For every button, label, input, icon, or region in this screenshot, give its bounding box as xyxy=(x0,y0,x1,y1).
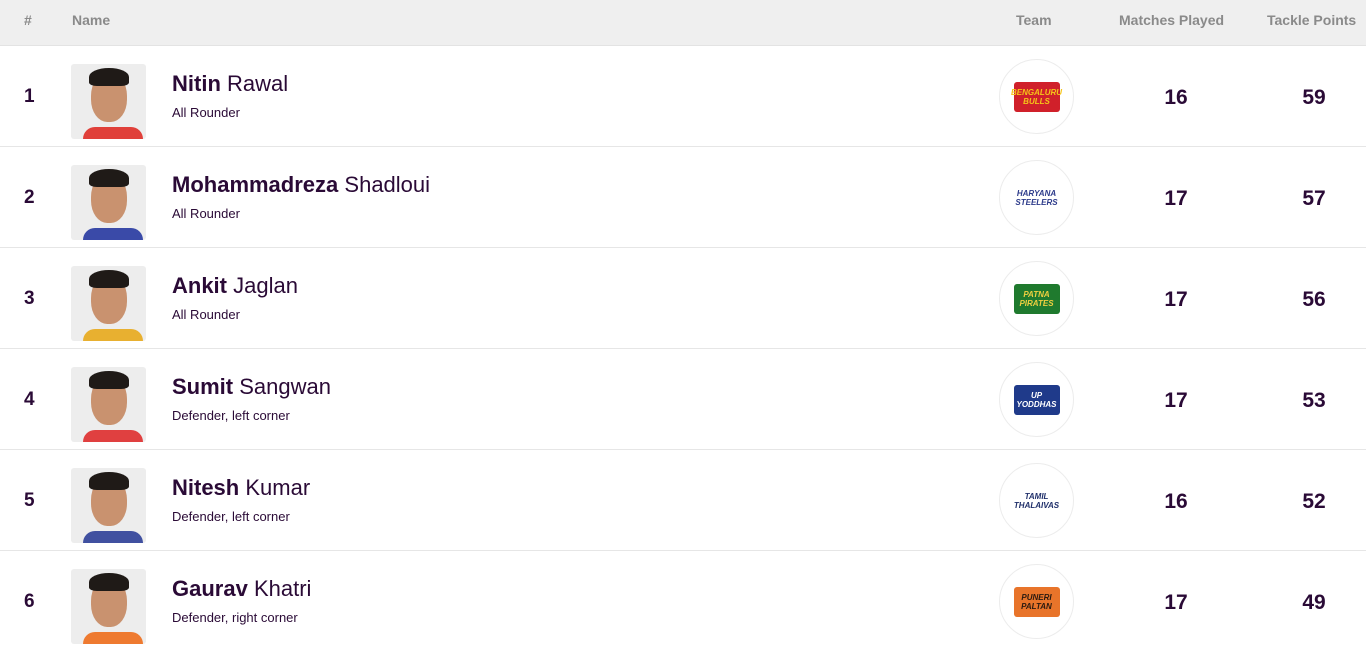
player-first-name: Ankit xyxy=(172,273,227,298)
column-header-team[interactable]: Team xyxy=(1016,12,1052,28)
player-photo[interactable] xyxy=(71,64,146,139)
tackle-points-value: 56 xyxy=(1302,288,1326,311)
table-row[interactable]: 1 Nitin Rawal All Rounder BENGALURU BULL… xyxy=(0,46,1366,147)
tackle-points-value: 52 xyxy=(1302,490,1326,513)
team-badge: PUNERI PALTAN xyxy=(1013,586,1060,617)
player-first-name: Nitesh xyxy=(172,475,240,500)
player-name[interactable]: Gaurav Khatri xyxy=(172,576,311,602)
team-badge: UP YODDHAS xyxy=(1013,384,1060,415)
player-first-name: Gaurav xyxy=(172,576,248,601)
player-role: Defender, right corner xyxy=(172,610,298,625)
team-logo-icon[interactable]: HARYANA STEELERS xyxy=(999,160,1074,235)
column-header-rank[interactable]: # xyxy=(24,12,32,28)
player-name[interactable]: Nitin Rawal xyxy=(172,71,288,97)
team-badge: PATNA PIRATES xyxy=(1013,283,1060,314)
team-logo-icon[interactable]: TAMIL THALAIVAS xyxy=(999,463,1074,538)
matches-played-value: 17 xyxy=(1164,288,1188,311)
team-logo-icon[interactable]: PUNERI PALTAN xyxy=(999,564,1074,639)
player-photo[interactable] xyxy=(71,569,146,644)
matches-played-value: 16 xyxy=(1164,86,1188,109)
team-logo-icon[interactable]: UP YODDHAS xyxy=(999,362,1074,437)
player-first-name: Mohammadreza xyxy=(172,172,339,197)
table-row[interactable]: 4 Sumit Sangwan Defender, left corner UP… xyxy=(0,349,1366,450)
tackle-points-value: 53 xyxy=(1302,389,1326,412)
player-role: All Rounder xyxy=(172,105,240,120)
player-hair xyxy=(89,270,129,288)
tackle-points-value: 57 xyxy=(1302,187,1326,210)
player-last-name: Rawal xyxy=(227,71,289,96)
matches-played-value: 16 xyxy=(1164,490,1188,513)
player-rank: 1 xyxy=(24,86,35,107)
player-name[interactable]: Nitesh Kumar xyxy=(172,475,310,501)
table-row[interactable]: 6 Gaurav Khatri Defender, right corner P… xyxy=(0,551,1366,646)
player-jersey xyxy=(83,632,143,644)
player-info: Nitesh Kumar Defender, left corner xyxy=(172,475,310,524)
player-role: All Rounder xyxy=(172,206,240,221)
player-rank: 5 xyxy=(24,490,35,511)
team-badge: TAMIL THALAIVAS xyxy=(1013,485,1060,516)
player-rank: 3 xyxy=(24,288,35,309)
column-header-name[interactable]: Name xyxy=(72,12,110,28)
team-logo-icon[interactable]: BENGALURU BULLS xyxy=(999,59,1074,134)
player-name[interactable]: Mohammadreza Shadloui xyxy=(172,172,430,198)
player-first-name: Nitin xyxy=(172,71,221,96)
table-header: # Name Team Matches Played Tackle Points xyxy=(0,0,1366,46)
table-body: 1 Nitin Rawal All Rounder BENGALURU BULL… xyxy=(0,46,1366,646)
player-rank: 6 xyxy=(24,591,35,612)
player-name[interactable]: Ankit Jaglan xyxy=(172,273,298,299)
player-photo[interactable] xyxy=(71,266,146,341)
matches-played-value: 17 xyxy=(1164,591,1188,614)
player-name[interactable]: Sumit Sangwan xyxy=(172,374,331,400)
player-info: Mohammadreza Shadloui All Rounder xyxy=(172,172,430,221)
player-jersey xyxy=(83,228,143,240)
player-hair xyxy=(89,371,129,389)
player-info: Sumit Sangwan Defender, left corner xyxy=(172,374,331,423)
tackle-points-value: 49 xyxy=(1302,591,1326,614)
column-header-tackle-points[interactable]: Tackle Points xyxy=(1267,12,1356,28)
player-photo[interactable] xyxy=(71,468,146,543)
player-jersey xyxy=(83,329,143,341)
table-row[interactable]: 5 Nitesh Kumar Defender, left corner TAM… xyxy=(0,450,1366,551)
player-role: Defender, left corner xyxy=(172,408,290,423)
player-last-name: Jaglan xyxy=(233,273,298,298)
player-jersey xyxy=(83,531,143,543)
player-photo[interactable] xyxy=(71,165,146,240)
player-last-name: Sangwan xyxy=(239,374,331,399)
team-badge: BENGALURU BULLS xyxy=(1011,81,1062,112)
team-logo-icon[interactable]: PATNA PIRATES xyxy=(999,261,1074,336)
player-rank: 2 xyxy=(24,187,35,208)
matches-played-value: 17 xyxy=(1164,187,1188,210)
player-rank: 4 xyxy=(24,389,35,410)
player-role: All Rounder xyxy=(172,307,240,322)
player-info: Nitin Rawal All Rounder xyxy=(172,71,288,120)
team-badge: HARYANA STEELERS xyxy=(1013,182,1060,213)
column-header-matches-played[interactable]: Matches Played xyxy=(1119,12,1224,28)
player-info: Gaurav Khatri Defender, right corner xyxy=(172,576,311,625)
player-jersey xyxy=(83,430,143,442)
player-last-name: Shadloui xyxy=(344,172,431,197)
player-jersey xyxy=(83,127,143,139)
player-role: Defender, left corner xyxy=(172,509,290,524)
player-hair xyxy=(89,472,129,490)
player-last-name: Kumar xyxy=(245,475,311,500)
tackle-points-value: 59 xyxy=(1302,86,1326,109)
leaderboard-table: # Name Team Matches Played Tackle Points… xyxy=(0,0,1366,646)
player-photo[interactable] xyxy=(71,367,146,442)
player-hair xyxy=(89,573,129,591)
table-row[interactable]: 2 Mohammadreza Shadloui All Rounder HARY… xyxy=(0,147,1366,248)
player-first-name: Sumit xyxy=(172,374,234,399)
player-info: Ankit Jaglan All Rounder xyxy=(172,273,298,322)
player-hair xyxy=(89,68,129,86)
player-hair xyxy=(89,169,129,187)
table-row[interactable]: 3 Ankit Jaglan All Rounder PATNA PIRATES… xyxy=(0,248,1366,349)
player-last-name: Khatri xyxy=(253,576,312,601)
matches-played-value: 17 xyxy=(1164,389,1188,412)
